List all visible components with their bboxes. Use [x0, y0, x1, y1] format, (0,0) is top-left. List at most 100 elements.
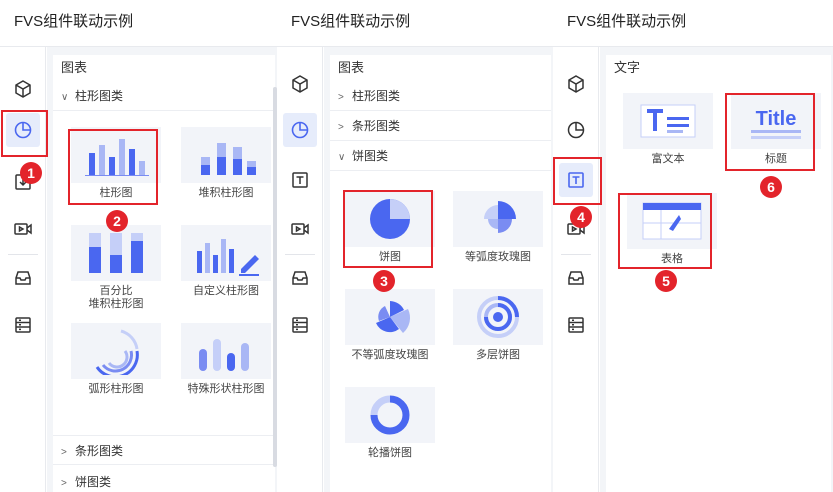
item-label-line2: 堆积柱形图 [88, 298, 144, 310]
item-equal-arc-rose[interactable]: 等弧度玫瑰图 [448, 191, 548, 264]
group-label: 条形图类 [75, 444, 124, 458]
step-badge-1: 1 [20, 162, 42, 184]
item-label-line1: 百分比 [99, 285, 133, 297]
rail-database-button[interactable] [6, 308, 40, 342]
item-special-shape-column[interactable]: 特殊形状柱形图 [176, 323, 276, 396]
rail-inbox-button[interactable] [559, 261, 593, 295]
carousel-pie-icon [370, 395, 410, 435]
item-unequal-arc-rose[interactable]: 不等弧度玫瑰图 [340, 289, 440, 362]
rail-cube-button[interactable] [6, 72, 40, 106]
item-label: 多层饼图 [476, 349, 520, 361]
group-pie-collapsed[interactable]: > 饼图类 [53, 467, 275, 492]
equal-arc-rose-thumb [453, 191, 543, 247]
custom-column-icon [197, 239, 259, 276]
side-rail [553, 47, 599, 492]
group-column-expanded[interactable]: ∨ 柱形图类 [53, 81, 275, 111]
component-list-inner: 图表 > 柱形图类 > 条形图类 ∨ 饼图类 饼图 等弧度玫瑰图 不等弧度玫瑰图… [330, 55, 551, 492]
chevron-right-icon: > [61, 478, 67, 489]
section-title: 图表 [338, 60, 365, 75]
cube-icon [568, 75, 584, 93]
rail-divider [285, 254, 315, 255]
rail-inbox-button[interactable] [283, 261, 317, 295]
multi-layer-pie-thumb [453, 289, 543, 345]
database-icon [15, 317, 31, 333]
pie-chart-icon [291, 121, 309, 139]
stacked-column-icon [201, 143, 256, 175]
equal-arc-rose-icon [484, 201, 516, 233]
rail-divider [8, 254, 38, 255]
app-title: FVS组件联动示例 [553, 0, 833, 47]
rail-text-button[interactable] [283, 163, 317, 197]
percent-stacked-icon [89, 233, 143, 273]
step-badge-3: 3 [373, 270, 395, 292]
component-list: 图表 ∨ 柱形图类 柱形图 堆积柱形图 百分比 堆积柱形图 自定义柱形图 弧形柱… [47, 47, 277, 492]
text-icon [292, 172, 308, 188]
rail-divider [561, 254, 591, 255]
rich-text-thumb [623, 93, 713, 149]
chevron-right-icon: > [338, 122, 344, 133]
rail-cube-button[interactable] [559, 67, 593, 101]
item-stacked-column-chart[interactable]: 堆积柱形图 [176, 127, 276, 200]
highlight-box-1 [1, 110, 48, 157]
highlight-box-4 [553, 157, 602, 205]
item-percent-stacked-column[interactable]: 百分比 堆积柱形图 [66, 225, 166, 311]
section-title: 文字 [614, 60, 641, 75]
highlight-box-6 [725, 93, 815, 171]
group-bar-collapsed[interactable]: > 条形图类 [53, 435, 275, 465]
special-shape-icon [199, 339, 249, 371]
arc-column-icon [95, 329, 139, 375]
side-rail [277, 47, 323, 492]
group-label: 柱形图类 [75, 89, 124, 103]
panel-chart-column: FVS组件联动示例 图表 ∨ 柱形图类 柱形图 堆积柱形图 百分比 堆积柱形图 … [0, 0, 277, 492]
item-label: 自定义柱形图 [193, 285, 259, 297]
component-list-inner: 图表 ∨ 柱形图类 柱形图 堆积柱形图 百分比 堆积柱形图 自定义柱形图 弧形柱… [53, 55, 275, 492]
arc-column-thumb [71, 323, 161, 379]
rail-video-button[interactable] [6, 212, 40, 246]
rail-database-button[interactable] [283, 308, 317, 342]
item-label: 等弧度玫瑰图 [465, 251, 531, 263]
pie-chart-icon [567, 121, 585, 139]
highlight-box-3 [343, 190, 433, 268]
item-arc-column-chart[interactable]: 弧形柱形图 [66, 323, 166, 396]
chevron-right-icon: > [61, 447, 67, 458]
rail-video-button[interactable] [283, 212, 317, 246]
panel-chart-pie: FVS组件联动示例 图表 > 柱形图类 > 条形图类 ∨ 饼图类 饼图 等弧度玫… [277, 0, 553, 492]
item-label: 堆积柱形图 [198, 187, 254, 199]
panel-text: FVS组件联动示例 文字 富文本 Title 标题 表格 4 5 6 [553, 0, 833, 492]
multi-layer-pie-icon [477, 296, 519, 338]
rail-database-button[interactable] [559, 308, 593, 342]
inbox-icon [15, 271, 31, 285]
percent-stacked-thumb [71, 225, 161, 281]
rail-inbox-button[interactable] [6, 261, 40, 295]
unequal-arc-rose-icon [376, 301, 411, 333]
step-badge-4: 4 [570, 206, 592, 228]
item-rich-text[interactable]: 富文本 [620, 93, 716, 166]
item-carousel-pie[interactable]: 轮播饼图 [340, 387, 440, 460]
item-label: 富文本 [651, 153, 685, 165]
rail-chart-button[interactable] [283, 113, 317, 147]
group-label: 条形图类 [352, 119, 401, 133]
rail-chart-button[interactable] [559, 113, 593, 147]
carousel-pie-thumb [345, 387, 435, 443]
video-icon [14, 223, 32, 235]
section-title: 图表 [61, 60, 88, 75]
database-icon [292, 317, 308, 333]
group-label: 柱形图类 [352, 89, 401, 103]
group-column-collapsed[interactable]: > 柱形图类 [330, 81, 551, 111]
step-badge-5: 5 [655, 270, 677, 292]
rich-text-icon [640, 104, 696, 138]
highlight-box-2 [68, 129, 158, 205]
chevron-down-icon: ∨ [61, 92, 69, 103]
chevron-down-icon: ∨ [338, 152, 346, 163]
special-shape-thumb [181, 323, 271, 379]
rail-cube-button[interactable] [283, 67, 317, 101]
screenshot-root: FVS组件联动示例 图表 ∨ 柱形图类 柱形图 堆积柱形图 百分比 堆积柱形图 … [0, 0, 833, 492]
inbox-icon [292, 271, 308, 285]
highlight-box-5 [618, 193, 712, 269]
chevron-right-icon: > [338, 92, 344, 103]
item-multi-layer-pie[interactable]: 多层饼图 [448, 289, 548, 362]
item-custom-column-chart[interactable]: 自定义柱形图 [176, 225, 276, 298]
step-badge-6: 6 [760, 176, 782, 198]
group-bar-collapsed[interactable]: > 条形图类 [330, 111, 551, 141]
group-pie-expanded[interactable]: ∨ 饼图类 [330, 141, 551, 171]
